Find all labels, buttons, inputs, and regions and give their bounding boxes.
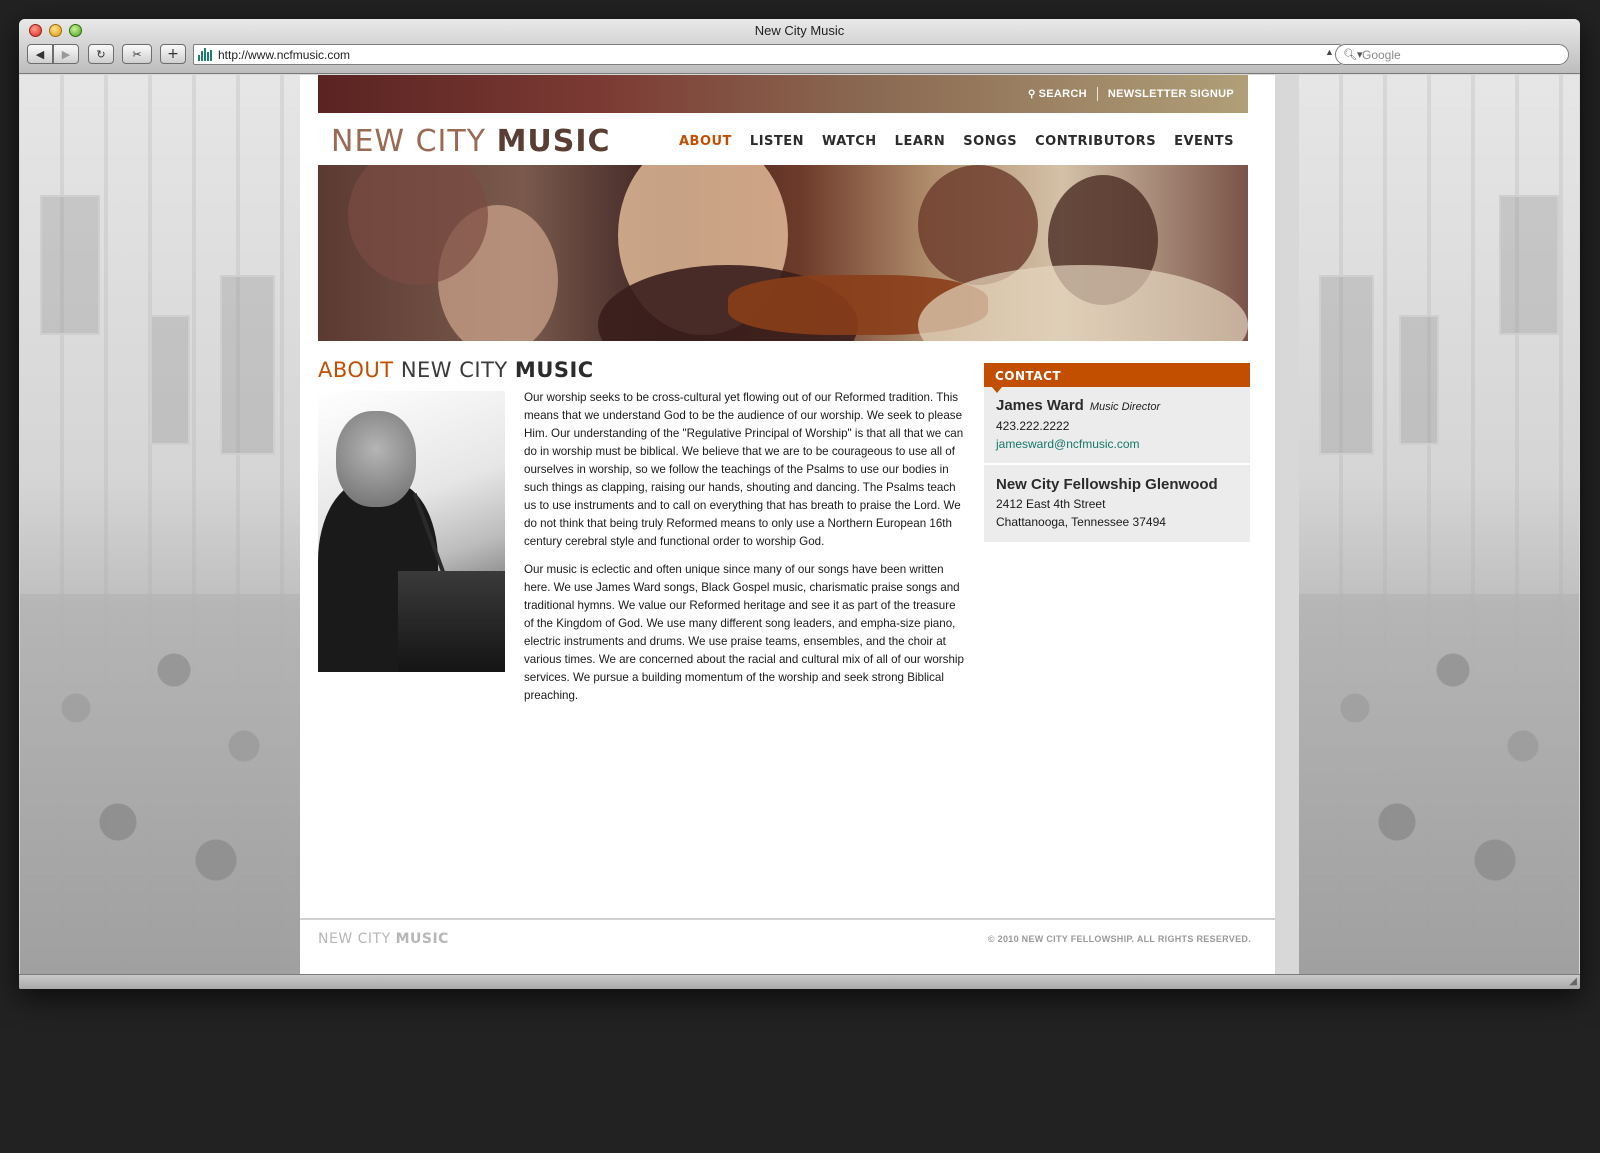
back-arrow-icon: ◀	[35, 47, 45, 61]
contact-role: Music Director	[1089, 401, 1161, 413]
address-bar[interactable]: http://www.ncfmusic.com	[193, 44, 1341, 65]
search-icon: 🔍︎▾	[1343, 49, 1363, 61]
reload-icon: ↻	[96, 47, 106, 61]
contact-name: James Ward	[996, 397, 1084, 414]
forward-arrow-icon: ▶	[61, 47, 71, 61]
snapback-icon: ✂	[132, 47, 142, 61]
background-photo-left	[20, 75, 300, 974]
url-text: http://www.ncfmusic.com	[218, 47, 351, 62]
resize-grip-icon[interactable]: ◢	[1569, 976, 1577, 987]
add-bookmark-button[interactable]: +	[160, 44, 186, 64]
main-nav: ABOUT LISTEN WATCH LEARN SONGS CONTRIBUT…	[661, 134, 1234, 149]
page-title-middle: NEW CITY	[393, 358, 515, 382]
browser-toolbar: New City Music ◀ ▶ ↻ ✂ + http://www.ncfm…	[19, 19, 1580, 74]
site-favicon-icon	[198, 48, 214, 61]
forward-button[interactable]: ▶	[53, 44, 79, 64]
nav-events[interactable]: EVENTS	[1174, 134, 1234, 149]
top-utility-bar: ⚲ SEARCH NEWSLETTER SIGNUP	[318, 75, 1248, 113]
status-bar: ◢	[19, 974, 1580, 989]
contact-header: CONTACT	[984, 363, 1250, 393]
contact-email-link[interactable]: jamesward@ncfmusic.com	[996, 437, 1140, 451]
hero-banner-image	[318, 165, 1248, 341]
site-logo[interactable]: NEW CITY MUSIC	[331, 124, 611, 159]
footer-logo-bold: MUSIC	[395, 931, 449, 947]
address-line-2: Chattanooga, Tennessee 37494	[996, 515, 1166, 529]
contact-panel: CONTACT James Ward Music Director 423.222…	[984, 363, 1250, 544]
search-icon[interactable]: ⚲	[1028, 89, 1036, 100]
background-photo-right	[1299, 75, 1579, 974]
page-viewport: ⚲ SEARCH NEWSLETTER SIGNUP NEW CITY MUSI…	[20, 75, 1579, 974]
top-links-divider	[1096, 87, 1098, 101]
plus-icon: +	[167, 46, 179, 62]
nav-learn[interactable]: LEARN	[895, 134, 946, 149]
logo-text-primary: NEW CITY	[331, 124, 497, 159]
logo-text-bold: MUSIC	[496, 124, 611, 159]
contact-location: New City Fellowship Glenwood 2412 East 4…	[984, 465, 1250, 544]
back-button[interactable]: ◀	[27, 44, 53, 64]
browser-window: New City Music ◀ ▶ ↻ ✂ + http://www.ncfm…	[19, 19, 1580, 989]
search-input[interactable]: 🔍︎▾ Google	[1335, 44, 1569, 65]
page-title-accent: ABOUT	[318, 358, 394, 382]
about-paragraph: Our worship seeks to be cross-cultural y…	[524, 391, 964, 548]
nav-about[interactable]: ABOUT	[679, 134, 732, 149]
window-title: New City Music	[754, 23, 845, 38]
address-line-1: 2412 East 4th Street	[996, 497, 1106, 511]
about-paragraph: Our music is eclectic and often unique s…	[524, 563, 964, 702]
site-footer: NEW CITY MUSIC © 2010 NEW CITY FELLOWSHI…	[300, 918, 1275, 974]
location-name: New City Fellowship Glenwood	[996, 476, 1218, 493]
newsletter-signup-link[interactable]: NEWSLETTER SIGNUP	[1108, 88, 1234, 100]
about-body: Our worship seeks to be cross-cultural y…	[524, 389, 964, 715]
footer-logo-text: NEW CITY	[318, 931, 396, 947]
search-placeholder: Google	[1362, 47, 1401, 62]
reload-button[interactable]: ↻	[88, 44, 114, 64]
copyright-notice: © 2010 NEW CITY FELLOWSHIP. ALL RIGHTS R…	[987, 934, 1251, 944]
nav-contributors[interactable]: CONTRIBUTORS	[1035, 134, 1156, 149]
active-nav-indicator	[743, 159, 755, 165]
site-page: ⚲ SEARCH NEWSLETTER SIGNUP NEW CITY MUSI…	[300, 75, 1275, 974]
nav-watch[interactable]: WATCH	[822, 134, 877, 149]
contact-phone: 423.222.2222	[996, 419, 1070, 433]
contact-person: James Ward Music Director 423.222.2222 ja…	[984, 387, 1250, 465]
url-dropdown-icon[interactable]: ▲	[1325, 47, 1334, 57]
nav-listen[interactable]: LISTEN	[750, 134, 804, 149]
search-link[interactable]: SEARCH	[1039, 88, 1087, 100]
page-title: ABOUT NEW CITY MUSIC	[318, 358, 594, 382]
music-director-photo	[318, 391, 505, 672]
snapback-button[interactable]: ✂	[122, 44, 152, 64]
nav-songs[interactable]: SONGS	[963, 134, 1017, 149]
page-title-bold: MUSIC	[514, 358, 594, 382]
footer-logo[interactable]: NEW CITY MUSIC	[318, 931, 449, 947]
